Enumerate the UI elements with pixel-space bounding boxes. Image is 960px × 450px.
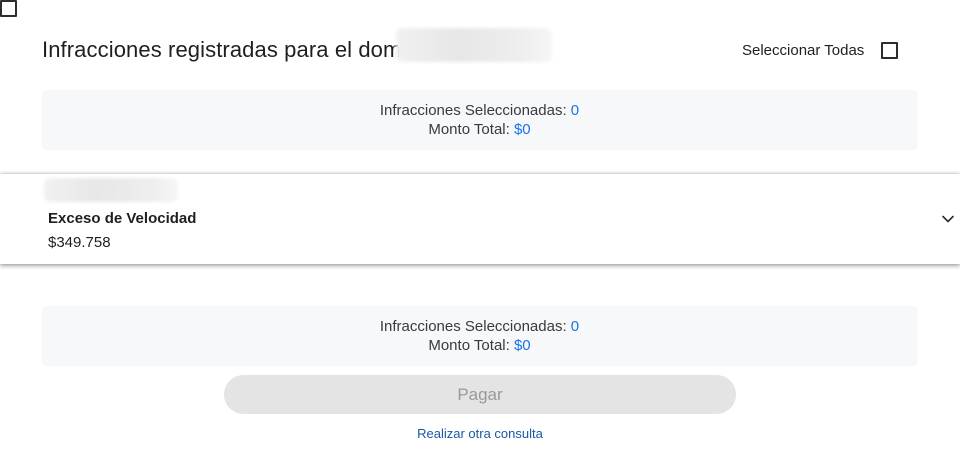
selected-count-label: Infracciones Seleccionadas: bbox=[379, 317, 567, 335]
select-all-label: Seleccionar Todas bbox=[742, 41, 865, 59]
total-amount-label: Monto Total: bbox=[428, 336, 510, 354]
summary-bottom: Infracciones Seleccionadas: 0 Monto Tota… bbox=[42, 306, 917, 365]
infraction-name: Exceso de Velocidad bbox=[48, 210, 197, 227]
pay-button[interactable]: Pagar bbox=[224, 375, 736, 414]
select-all-checkbox[interactable] bbox=[881, 41, 899, 59]
redacted-plate bbox=[44, 178, 178, 202]
selected-count-row: Infracciones Seleccionadas: 0 bbox=[380, 317, 579, 336]
select-all[interactable]: Seleccionar Todas bbox=[742, 40, 899, 60]
selected-count-label: Infracciones Seleccionadas: bbox=[379, 101, 567, 119]
selected-count-value: 0 bbox=[570, 101, 580, 119]
page-title: Infracciones registradas para el dom bbox=[42, 37, 402, 62]
total-amount-row: Monto Total: $0 bbox=[428, 336, 530, 355]
total-amount-value: $0 bbox=[513, 120, 531, 138]
selected-count-row: Infracciones Seleccionadas: 0 bbox=[380, 101, 579, 120]
total-amount-row: Monto Total: $0 bbox=[428, 120, 530, 139]
total-amount-value: $0 bbox=[513, 336, 531, 354]
summary-top: Infracciones Seleccionadas: 0 Monto Tota… bbox=[42, 90, 917, 149]
chevron-down-icon[interactable] bbox=[940, 211, 956, 227]
selected-count-value: 0 bbox=[570, 317, 580, 335]
total-amount-label: Monto Total: bbox=[428, 120, 510, 138]
new-query-link[interactable]: Realizar otra consulta bbox=[0, 426, 960, 441]
infraction-checkbox[interactable] bbox=[0, 0, 17, 17]
infraction-amount: $349.758 bbox=[48, 234, 111, 251]
redacted-domain bbox=[396, 28, 552, 62]
